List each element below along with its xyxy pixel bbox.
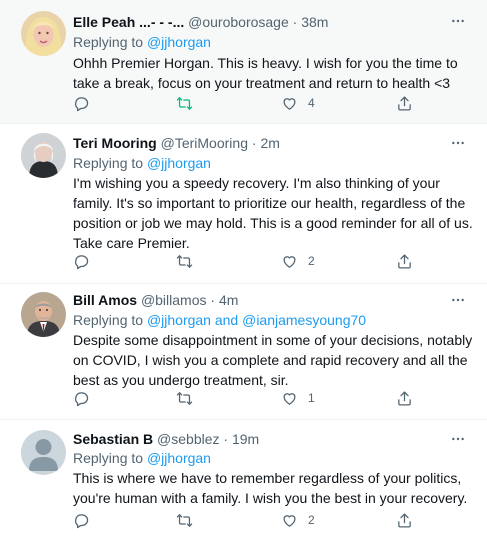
replying-to: Replying to @jjhorgan	[73, 155, 211, 171]
like-count: 1	[308, 391, 315, 405]
tweet[interactable]: Bill Amos @billamos · 4m Replying to @jj…	[0, 284, 487, 420]
more-icon[interactable]	[449, 291, 467, 309]
retweet-icon	[176, 391, 193, 405]
share-button[interactable]	[396, 389, 413, 407]
replying-to-link[interactable]: @jjhorgan	[147, 34, 211, 50]
more-icon[interactable]	[449, 430, 467, 448]
replying-to: Replying to @jjhorgan	[73, 450, 211, 466]
tweet-text: This is where we have to remember regard…	[73, 470, 468, 506]
handle[interactable]: @TeriMooring	[161, 135, 248, 151]
tweet[interactable]: Elle Peah ...- - -... @ouroborosage · 38…	[0, 0, 487, 124]
like-icon	[283, 97, 296, 110]
timestamp[interactable]: 19m	[232, 431, 259, 447]
replying-to-link[interactable]: @jjhorgan	[147, 450, 211, 466]
share-icon	[398, 253, 411, 269]
retweet-icon	[176, 96, 193, 110]
reply-button[interactable]	[73, 252, 90, 270]
replying-to-link[interactable]: @jjhorgan	[147, 155, 211, 171]
reply-icon	[75, 96, 89, 111]
display-name[interactable]: Elle Peah ...- - -...	[73, 14, 184, 30]
tweet[interactable]: Teri Mooring @TeriMooring · 2m Replying …	[0, 124, 487, 284]
share-icon	[398, 95, 411, 111]
avatar[interactable]	[21, 292, 66, 337]
reply-button[interactable]	[73, 94, 90, 112]
replying-to: Replying to @jjhorgan and @ianjamesyoung…	[73, 312, 367, 328]
tweet-text: Despite some disappointment in some of y…	[73, 332, 473, 388]
display-name[interactable]: Teri Mooring	[73, 135, 157, 151]
retweet-button[interactable]	[176, 511, 193, 529]
like-icon	[283, 514, 296, 527]
more-icon[interactable]	[449, 12, 467, 30]
share-icon	[398, 390, 411, 406]
reply-icon	[75, 391, 89, 406]
avatar[interactable]	[21, 133, 66, 178]
retweet-button[interactable]	[176, 252, 193, 270]
avatar[interactable]	[21, 430, 66, 475]
like-count: 2	[308, 513, 315, 527]
like-button[interactable]: 2	[281, 511, 315, 529]
like-count: 4	[308, 96, 315, 110]
reply-icon	[75, 254, 89, 269]
handle[interactable]: @billamos	[141, 292, 207, 308]
timestamp[interactable]: 38m	[301, 14, 328, 30]
retweet-icon	[176, 254, 193, 268]
tweet[interactable]: Sebastian B @sebblez · 19m Replying to @…	[0, 420, 487, 546]
display-name[interactable]: Sebastian B	[73, 431, 153, 447]
like-icon	[283, 255, 296, 268]
retweet-button[interactable]	[176, 389, 193, 407]
action-bar: 1	[73, 389, 413, 407]
more-icon[interactable]	[449, 134, 467, 152]
tweet-author[interactable]: Elle Peah ...- - -... @ouroborosage · 38…	[73, 14, 328, 30]
tweet-author[interactable]: Bill Amos @billamos · 4m	[73, 292, 238, 308]
handle[interactable]: @ouroborosage	[188, 14, 289, 30]
retweet-button[interactable]	[176, 94, 193, 112]
like-button[interactable]: 1	[281, 389, 315, 407]
share-icon	[398, 512, 411, 528]
share-button[interactable]	[396, 511, 413, 529]
action-bar: 2	[73, 252, 413, 270]
tweet-author[interactable]: Teri Mooring @TeriMooring · 2m	[73, 135, 280, 151]
like-count: 2	[308, 254, 315, 268]
handle[interactable]: @sebblez	[157, 431, 219, 447]
reply-button[interactable]	[73, 511, 90, 529]
action-bar: 2	[73, 511, 413, 529]
retweet-icon	[176, 513, 193, 527]
tweet-text: I'm wishing you a speedy recovery. I'm a…	[73, 175, 473, 251]
timestamp[interactable]: 4m	[219, 292, 238, 308]
like-icon	[283, 392, 296, 405]
share-button[interactable]	[396, 94, 413, 112]
reply-icon	[75, 513, 89, 528]
share-button[interactable]	[396, 252, 413, 270]
reply-button[interactable]	[73, 389, 90, 407]
display-name[interactable]: Bill Amos	[73, 292, 137, 308]
like-button[interactable]: 4	[281, 94, 315, 112]
avatar[interactable]	[21, 11, 66, 56]
action-bar: 4	[73, 94, 413, 112]
like-button[interactable]: 2	[281, 252, 315, 270]
replying-to: Replying to @jjhorgan	[73, 34, 211, 50]
replying-to-link[interactable]: @jjhorgan and @ianjamesyoung70	[147, 312, 366, 328]
tweet-author[interactable]: Sebastian B @sebblez · 19m	[73, 431, 259, 447]
timestamp[interactable]: 2m	[260, 135, 279, 151]
tweet-text: Ohhh Premier Horgan. This is heavy. I wi…	[73, 55, 458, 91]
